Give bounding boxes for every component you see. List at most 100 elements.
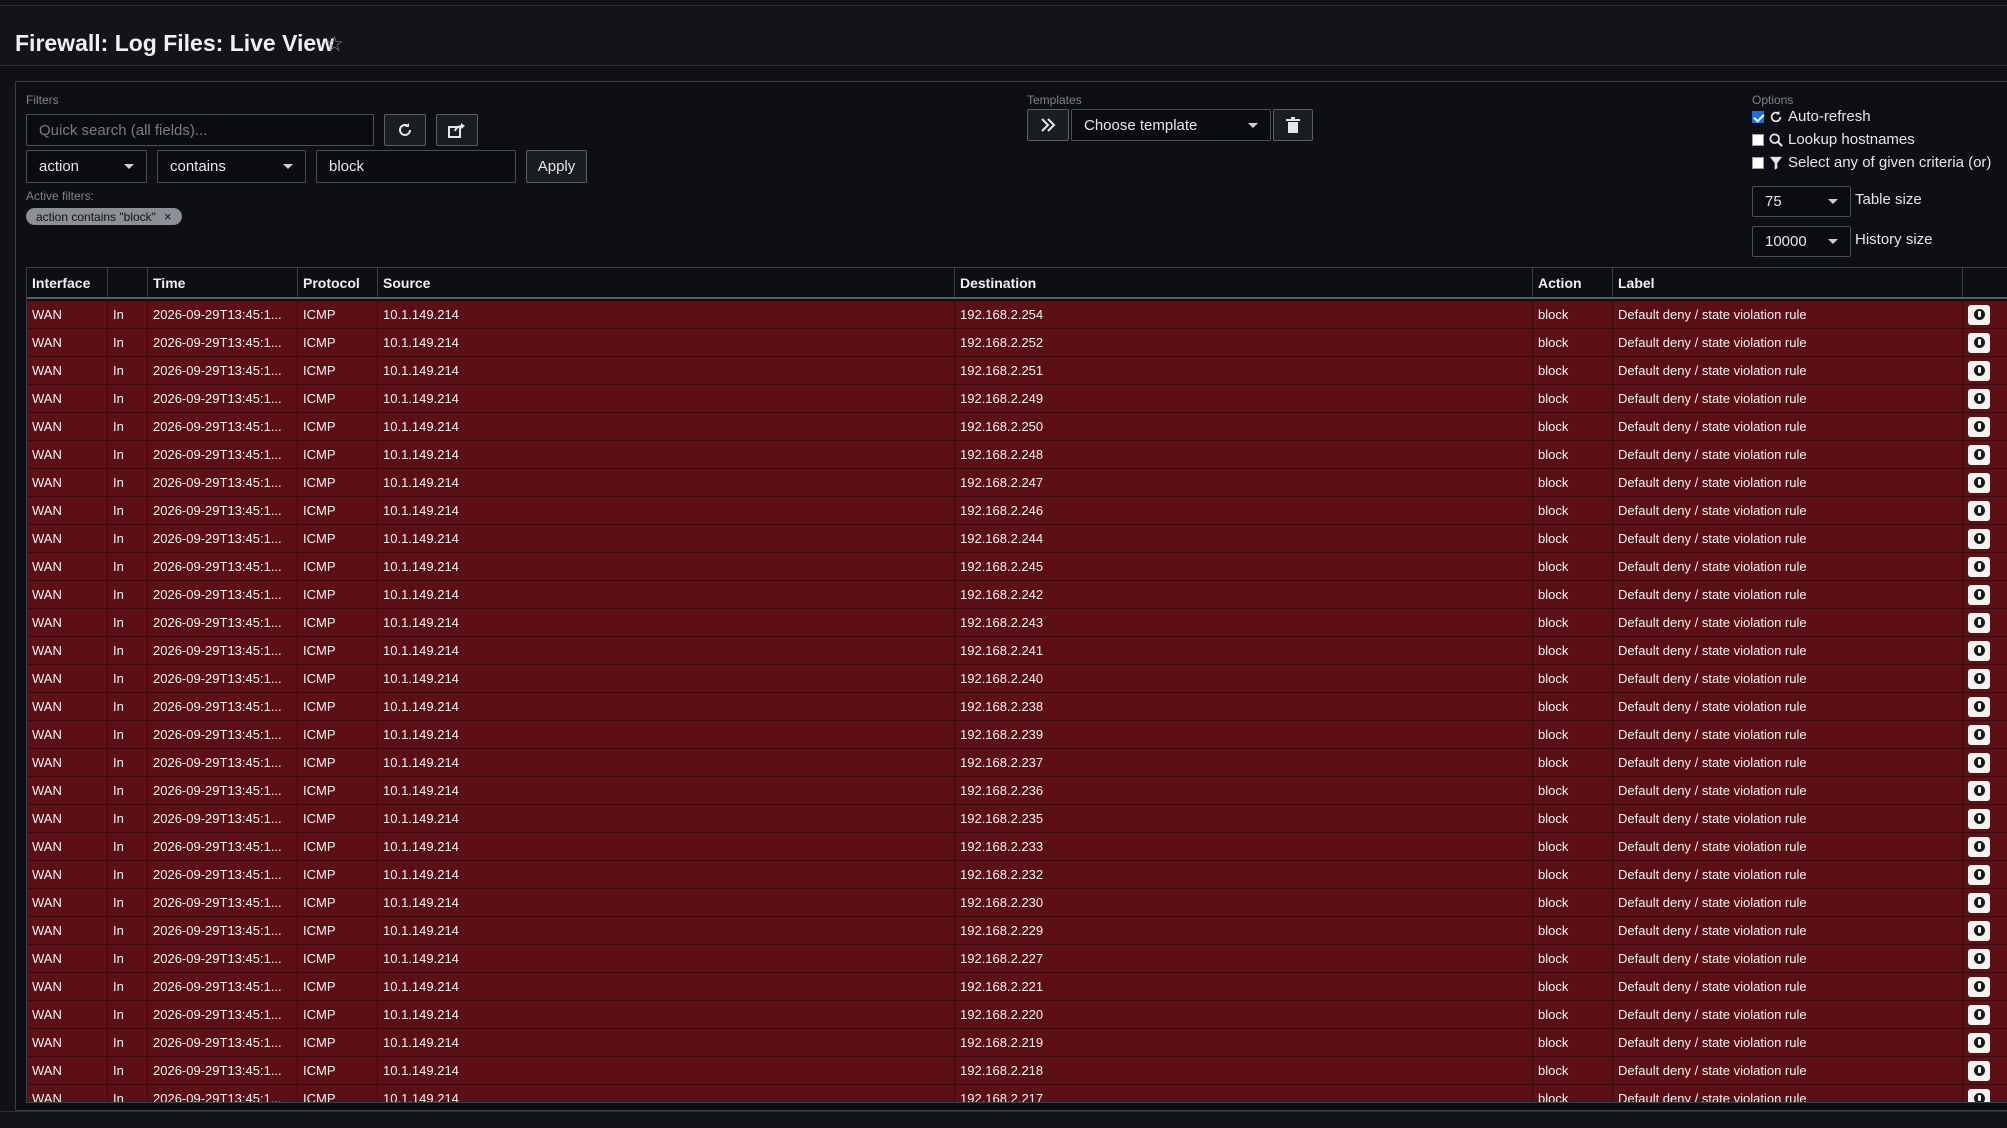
table-size-select[interactable]: 75: [1752, 186, 1851, 217]
row-info-button[interactable]: [1968, 1060, 1990, 1081]
field-select[interactable]: action: [26, 150, 147, 183]
col-destination[interactable]: Destination: [955, 268, 1533, 297]
row-info-button[interactable]: [1968, 612, 1990, 633]
table-row[interactable]: WAN In 2026-09-29T13:45:1... ICMP 10.1.149.2…: [27, 973, 2007, 1001]
row-info-button[interactable]: [1968, 388, 1990, 409]
table-row[interactable]: WAN In 2026-09-29T13:45:1... ICMP 10.1.149.2…: [27, 889, 2007, 917]
auto-refresh-checkbox[interactable]: [1752, 110, 1764, 123]
table-row[interactable]: WAN In 2026-09-29T13:45:1... ICMP 10.1.149.2…: [27, 945, 2007, 973]
table-row[interactable]: WAN In 2026-09-29T13:45:1... ICMP 10.1.149.2…: [27, 553, 2007, 581]
row-info-button[interactable]: [1968, 920, 1990, 941]
table-row[interactable]: WAN In 2026-09-29T13:45:1... ICMP 10.1.149.2…: [27, 1001, 2007, 1029]
table-row[interactable]: WAN In 2026-09-29T13:45:1... ICMP 10.1.149.2…: [27, 665, 2007, 693]
table-row[interactable]: WAN In 2026-09-29T13:45:1... ICMP 10.1.149.2…: [27, 441, 2007, 469]
table-row[interactable]: WAN In 2026-09-29T13:45:1... ICMP 10.1.149.2…: [27, 609, 2007, 637]
table-row[interactable]: WAN In 2026-09-29T13:45:1... ICMP 10.1.149.2…: [27, 413, 2007, 441]
row-info-button[interactable]: [1968, 332, 1990, 353]
cell-label: Default deny / state violation rule: [1613, 973, 1963, 1000]
col-protocol[interactable]: Protocol: [298, 268, 378, 297]
row-info-button[interactable]: [1968, 444, 1990, 465]
table-row[interactable]: WAN In 2026-09-29T13:45:1... ICMP 10.1.149.2…: [27, 525, 2007, 553]
lookup-hostnames-checkbox[interactable]: [1752, 133, 1764, 146]
close-icon[interactable]: ×: [164, 209, 172, 224]
table-row[interactable]: WAN In 2026-09-29T13:45:1... ICMP 10.1.149.2…: [27, 777, 2007, 805]
table-row[interactable]: WAN In 2026-09-29T13:45:1... ICMP 10.1.149.2…: [27, 637, 2007, 665]
row-info-button[interactable]: [1968, 304, 1990, 325]
table-row[interactable]: WAN In 2026-09-29T13:45:1... ICMP 10.1.149.2…: [27, 861, 2007, 889]
cell-time: 2026-09-29T13:45:1...: [148, 861, 298, 888]
lookup-hostnames-option[interactable]: Lookup hostnames: [1752, 131, 1915, 148]
row-info-button[interactable]: [1968, 500, 1990, 521]
row-info-button[interactable]: [1968, 584, 1990, 605]
table-row[interactable]: WAN In 2026-09-29T13:45:1... ICMP 10.1.149.2…: [27, 917, 2007, 945]
apply-button[interactable]: Apply: [526, 150, 587, 183]
col-action[interactable]: Action: [1533, 268, 1613, 297]
history-size-select[interactable]: 10000: [1752, 226, 1851, 257]
row-info-button[interactable]: [1968, 360, 1990, 381]
quick-search-input[interactable]: Quick search (all fields)...: [26, 114, 374, 146]
table-row[interactable]: WAN In 2026-09-29T13:45:1... ICMP 10.1.149.2…: [27, 581, 2007, 609]
table-row[interactable]: WAN In 2026-09-29T13:45:1... ICMP 10.1.149.2…: [27, 1029, 2007, 1057]
row-info-button[interactable]: [1968, 640, 1990, 661]
cell-time: 2026-09-29T13:45:1...: [148, 329, 298, 356]
star-icon[interactable]: ☆: [325, 32, 344, 57]
table-row[interactable]: WAN In 2026-09-29T13:45:1... ICMP 10.1.149.2…: [27, 805, 2007, 833]
row-info-button[interactable]: [1968, 556, 1990, 577]
row-info-button[interactable]: [1968, 724, 1990, 745]
cell-source: 10.1.149.214: [378, 637, 955, 664]
apply-template-button[interactable]: [1027, 109, 1069, 141]
row-info-button[interactable]: [1968, 1032, 1990, 1053]
cell-info: [1963, 385, 2007, 412]
row-info-button[interactable]: [1968, 976, 1990, 997]
cell-interface: WAN: [27, 889, 108, 916]
table-row[interactable]: WAN In 2026-09-29T13:45:1... ICMP 10.1.149.2…: [27, 749, 2007, 777]
auto-refresh-option[interactable]: Auto-refresh: [1752, 108, 1871, 125]
col-label[interactable]: Label: [1613, 268, 1963, 297]
row-info-button[interactable]: [1968, 1088, 1990, 1102]
table-row[interactable]: WAN In 2026-09-29T13:45:1... ICMP 10.1.149.2…: [27, 721, 2007, 749]
delete-template-button[interactable]: [1273, 109, 1313, 141]
col-time[interactable]: Time: [148, 268, 298, 297]
table-row[interactable]: WAN In 2026-09-29T13:45:1... ICMP 10.1.149.2…: [27, 469, 2007, 497]
template-select[interactable]: Choose template: [1071, 109, 1271, 141]
table-row[interactable]: WAN In 2026-09-29T13:45:1... ICMP 10.1.149.2…: [27, 497, 2007, 525]
cell-info: [1963, 581, 2007, 608]
table-row[interactable]: WAN In 2026-09-29T13:45:1... ICMP 10.1.149.2…: [27, 329, 2007, 357]
row-info-button[interactable]: [1968, 528, 1990, 549]
select-any-checkbox[interactable]: [1752, 156, 1764, 169]
col-direction[interactable]: [108, 268, 148, 297]
row-info-button[interactable]: [1968, 948, 1990, 969]
select-any-option[interactable]: Select any of given criteria (or): [1752, 154, 1991, 171]
table-row[interactable]: WAN In 2026-09-29T13:45:1... ICMP 10.1.149.2…: [27, 301, 2007, 329]
row-info-button[interactable]: [1968, 668, 1990, 689]
cell-interface: WAN: [27, 497, 108, 524]
col-interface[interactable]: Interface: [27, 268, 108, 297]
auto-refresh-label: Auto-refresh: [1788, 108, 1871, 125]
table-row[interactable]: WAN In 2026-09-29T13:45:1... ICMP 10.1.149.2…: [27, 833, 2007, 861]
filter-value-input[interactable]: block: [316, 150, 516, 183]
row-info-button[interactable]: [1968, 808, 1990, 829]
export-button[interactable]: [436, 114, 478, 146]
col-source[interactable]: Source: [378, 268, 955, 297]
row-info-button[interactable]: [1968, 864, 1990, 885]
row-info-button[interactable]: [1968, 752, 1990, 773]
table-row[interactable]: WAN In 2026-09-29T13:45:1... ICMP 10.1.149.2…: [27, 385, 2007, 413]
info-icon: [1971, 699, 1987, 714]
row-info-button[interactable]: [1968, 472, 1990, 493]
table-row[interactable]: WAN In 2026-09-29T13:45:1... ICMP 10.1.149.2…: [27, 693, 2007, 721]
table-row[interactable]: WAN In 2026-09-29T13:45:1... ICMP 10.1.149.2…: [27, 357, 2007, 385]
table-row[interactable]: WAN In 2026-09-29T13:45:1... ICMP 10.1.149.2…: [27, 1085, 2007, 1102]
row-info-button[interactable]: [1968, 836, 1990, 857]
row-info-button[interactable]: [1968, 696, 1990, 717]
row-info-button[interactable]: [1968, 1004, 1990, 1025]
row-info-button[interactable]: [1968, 416, 1990, 437]
refresh-button[interactable]: [384, 114, 426, 146]
table-row[interactable]: WAN In 2026-09-29T13:45:1... ICMP 10.1.149.2…: [27, 1057, 2007, 1085]
operator-select[interactable]: contains: [157, 150, 306, 183]
row-info-button[interactable]: [1968, 892, 1990, 913]
cell-source: 10.1.149.214: [378, 805, 955, 832]
cell-source: 10.1.149.214: [378, 973, 955, 1000]
row-info-button[interactable]: [1968, 780, 1990, 801]
chevron-down-icon: [124, 164, 134, 169]
cell-dest: 192.168.2.251: [955, 357, 1533, 384]
